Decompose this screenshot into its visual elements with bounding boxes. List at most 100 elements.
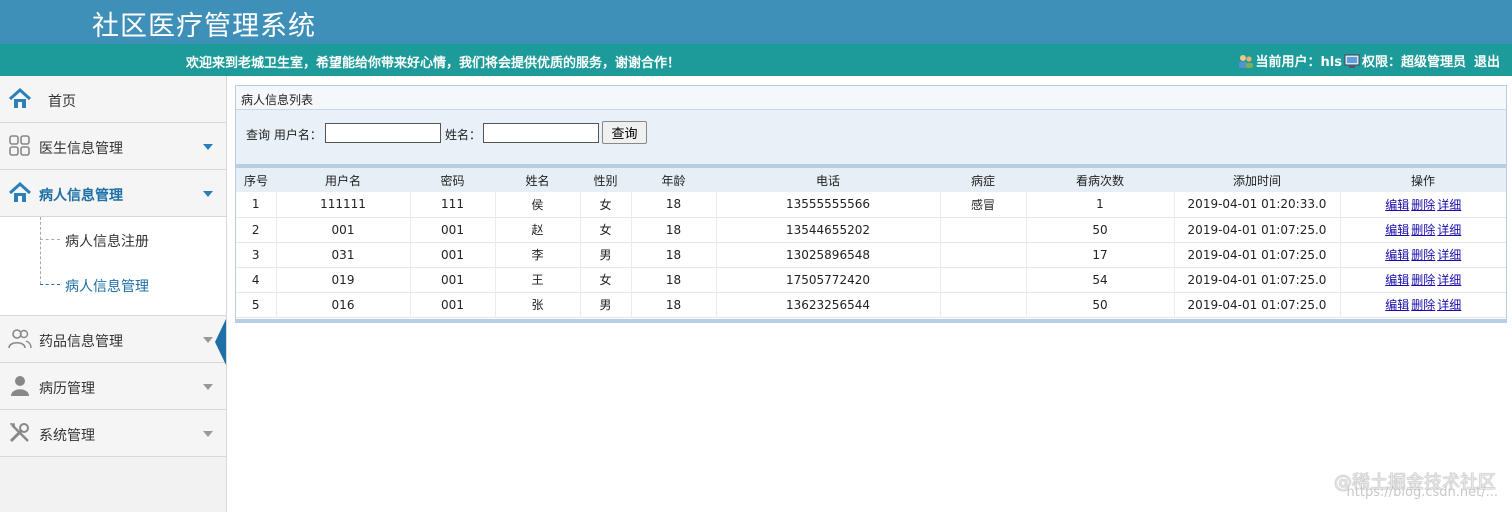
detail-link[interactable]: 详细 xyxy=(1437,198,1461,212)
subitem-patient-manage[interactable]: 病人信息管理 xyxy=(0,262,226,307)
panel-title: 病人信息列表 xyxy=(236,86,1506,110)
edit-link[interactable]: 编辑 xyxy=(1385,273,1409,287)
table-cell: 2 xyxy=(236,217,277,242)
sidebar: 首页 医生信息管理 病人信息管理 病人信息注册 病人信息管理 药品信息管理 病历… xyxy=(0,76,227,512)
detail-link[interactable]: 详细 xyxy=(1437,298,1461,312)
table-cell: 18 xyxy=(631,217,717,242)
table-cell: 17505772420 xyxy=(716,267,941,292)
sidebar-item-patients[interactable]: 病人信息管理 xyxy=(0,170,226,217)
delete-link[interactable]: 删除 xyxy=(1411,248,1435,262)
row-actions: 编辑 删除 详细 xyxy=(1340,267,1506,292)
table-cell: 2019-04-01 01:07:25.0 xyxy=(1174,242,1341,267)
col-header: 操作 xyxy=(1410,173,1435,188)
edit-link[interactable]: 编辑 xyxy=(1385,298,1409,312)
table-cell: 001 xyxy=(410,267,496,292)
subitem-label: 病人信息注册 xyxy=(65,234,149,250)
table-cell: 5 xyxy=(236,292,277,317)
row-actions: 编辑 删除 详细 xyxy=(1340,217,1506,242)
table-cell: 感冒 xyxy=(940,192,1027,217)
delete-link[interactable]: 删除 xyxy=(1411,298,1435,312)
sidebar-item-label: 病历管理 xyxy=(39,381,95,397)
table-cell: 54 xyxy=(1026,267,1175,292)
table-cell: 2019-04-01 01:07:25.0 xyxy=(1174,217,1341,242)
edit-link[interactable]: 编辑 xyxy=(1385,248,1409,262)
table-body: 1 111111 111 侯女 18 13555555566 感冒 1 2019-04-01 0… xyxy=(236,192,1506,317)
tools-icon xyxy=(9,423,29,443)
row-actions: 编辑 删除 详细 xyxy=(1340,192,1506,217)
user-info: 当前用户：hls 权限：超级管理员 退出 xyxy=(1238,51,1500,70)
table-row: 1 111111 111 侯女 18 13555555566 感冒 1 2019-04-01 0… xyxy=(236,192,1506,217)
table-row: 5 016 001 张男 18 13623256544 50 2019-04-01 01:07… xyxy=(236,292,1506,317)
table-cell: 女 xyxy=(580,217,632,242)
chevron-down-icon xyxy=(203,337,213,343)
sidebar-item-label: 医生信息管理 xyxy=(39,141,123,157)
table-cell: 001 xyxy=(410,217,496,242)
table-cell: 侯 xyxy=(495,192,581,217)
table-cell: 2019-04-01 01:07:25.0 xyxy=(1174,292,1341,317)
sidebar-item-home[interactable]: 首页 xyxy=(0,76,226,123)
table-cell: 18 xyxy=(631,267,717,292)
subitem-patient-register[interactable]: 病人信息注册 xyxy=(0,217,226,262)
name-label: 姓名： xyxy=(445,128,482,142)
table-cell: 4 xyxy=(236,267,277,292)
col-header: 姓名 xyxy=(525,173,550,188)
selection-marker xyxy=(215,319,226,365)
edit-link[interactable]: 编辑 xyxy=(1385,223,1409,237)
table-cell: 18 xyxy=(631,292,717,317)
patient-list-panel: 病人信息列表 查询 用户名： 姓名： 查询 序号 用户名 密码 姓名 性别 年龄… xyxy=(235,85,1507,323)
sidebar-item-records[interactable]: 病历管理 xyxy=(0,363,226,410)
subitem-label: 病人信息管理 xyxy=(65,279,149,295)
table-cell: 111111 xyxy=(276,192,411,217)
detail-link[interactable]: 详细 xyxy=(1437,273,1461,287)
detail-link[interactable]: 详细 xyxy=(1437,248,1461,262)
delete-link[interactable]: 删除 xyxy=(1411,223,1435,237)
sidebar-item-drugs[interactable]: 药品信息管理 xyxy=(0,316,226,363)
search-button[interactable]: 查询 xyxy=(602,121,647,144)
col-header: 序号 xyxy=(243,173,268,188)
sidebar-item-label: 系统管理 xyxy=(39,428,95,444)
tree-branch xyxy=(40,239,60,240)
table-row: 2 001 001 赵女 18 13544655202 50 2019-04-01 01:07… xyxy=(236,217,1506,242)
table-row: 4 019 001 王女 18 17505772420 54 2019-04-01 01:07… xyxy=(236,267,1506,292)
home-icon xyxy=(8,88,32,108)
sidebar-item-system[interactable]: 系统管理 xyxy=(0,410,226,457)
home-icon xyxy=(8,182,32,202)
table-row: 3 031 001 李男 18 13025896548 17 2019-04-01 01:07… xyxy=(236,242,1506,267)
panel-bottom-border xyxy=(236,319,1506,322)
welcome-message: 欢迎来到老城卫生室，希望能给你带来好心情，我们将会提供优质的服务，谢谢合作！ xyxy=(186,56,681,71)
monitor-icon xyxy=(1344,54,1360,68)
table-cell: 3 xyxy=(236,242,277,267)
col-header: 性别 xyxy=(593,173,618,188)
col-header: 病症 xyxy=(970,173,995,188)
chevron-down-icon xyxy=(203,384,213,390)
sidebar-item-doctors[interactable]: 医生信息管理 xyxy=(0,123,226,170)
patients-submenu: 病人信息注册 病人信息管理 xyxy=(0,217,226,316)
table-cell xyxy=(940,292,1027,317)
logout-link[interactable]: 退出 xyxy=(1474,51,1500,70)
table-cell: 019 xyxy=(276,267,411,292)
table-cell: 13623256544 xyxy=(716,292,941,317)
table-cell: 13555555566 xyxy=(716,192,941,217)
app-title: 社区医疗管理系统 xyxy=(92,11,316,42)
current-user-label: 当前用户：hls xyxy=(1255,55,1342,70)
col-header: 添加时间 xyxy=(1232,173,1281,188)
col-header: 年龄 xyxy=(661,173,686,188)
delete-link[interactable]: 删除 xyxy=(1411,198,1435,212)
sidebar-item-label: 药品信息管理 xyxy=(39,334,123,350)
delete-link[interactable]: 删除 xyxy=(1411,273,1435,287)
user-icon xyxy=(11,376,29,396)
table-cell: 17 xyxy=(1026,242,1175,267)
table-cell: 031 xyxy=(276,242,411,267)
username-input[interactable] xyxy=(325,123,441,143)
tree-branch xyxy=(40,284,60,285)
table-cell: 001 xyxy=(410,242,496,267)
col-header: 用户名 xyxy=(324,173,361,188)
table-cell: 男 xyxy=(580,292,632,317)
table-cell: 赵 xyxy=(495,217,581,242)
table-cell: 18 xyxy=(631,192,717,217)
detail-link[interactable]: 详细 xyxy=(1437,223,1461,237)
table-cell: 50 xyxy=(1026,292,1175,317)
sidebar-item-label: 首页 xyxy=(48,94,76,110)
edit-link[interactable]: 编辑 xyxy=(1385,198,1409,212)
name-input[interactable] xyxy=(483,123,599,143)
